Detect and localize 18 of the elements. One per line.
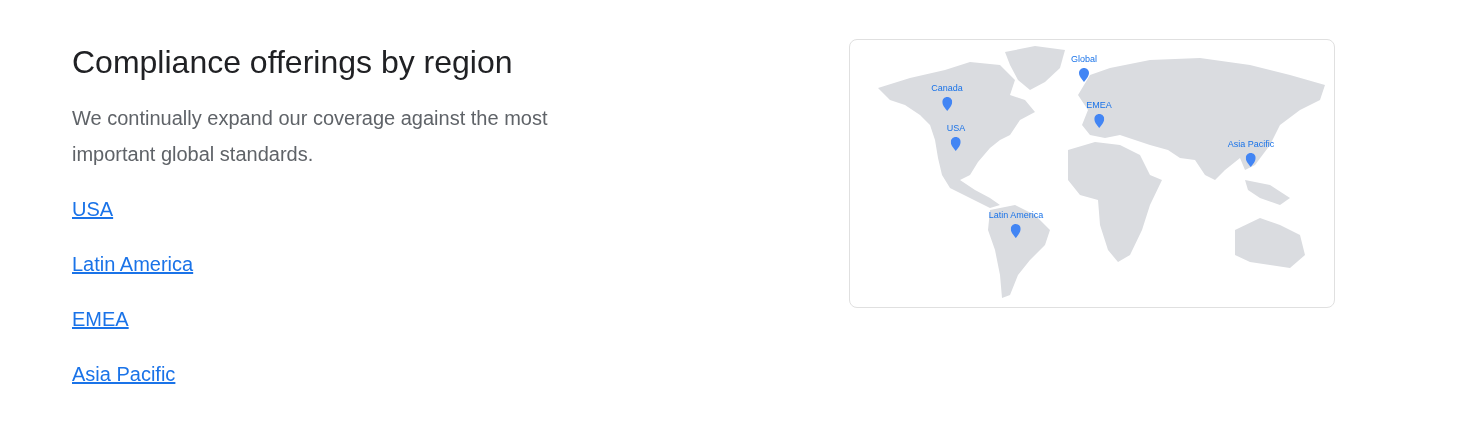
location-pin-icon[interactable] bbox=[1094, 114, 1104, 128]
map-label: EMEA bbox=[1086, 100, 1112, 111]
region-link[interactable]: EMEA bbox=[72, 305, 129, 333]
map-label: Global bbox=[1071, 54, 1097, 65]
location-pin-icon[interactable] bbox=[1011, 224, 1021, 238]
region-link[interactable]: USA bbox=[72, 195, 114, 223]
region-link[interactable]: Asia Pacific bbox=[72, 360, 176, 388]
map-label: Latin America bbox=[988, 210, 1044, 221]
location-pin-icon[interactable] bbox=[951, 137, 961, 151]
map-label: USA bbox=[946, 123, 966, 134]
section-heading: Compliance offerings by region bbox=[72, 43, 514, 82]
location-pin-icon[interactable] bbox=[1079, 68, 1089, 82]
region-link[interactable]: Latin America bbox=[72, 250, 194, 278]
location-pin-icon[interactable] bbox=[942, 97, 952, 111]
map-label: Canada bbox=[931, 83, 963, 94]
map-label: Asia Pacific bbox=[1227, 139, 1275, 150]
location-pin-icon[interactable] bbox=[1246, 153, 1256, 167]
description: We continually expand our coverage against the most important global standards. bbox=[72, 106, 549, 167]
